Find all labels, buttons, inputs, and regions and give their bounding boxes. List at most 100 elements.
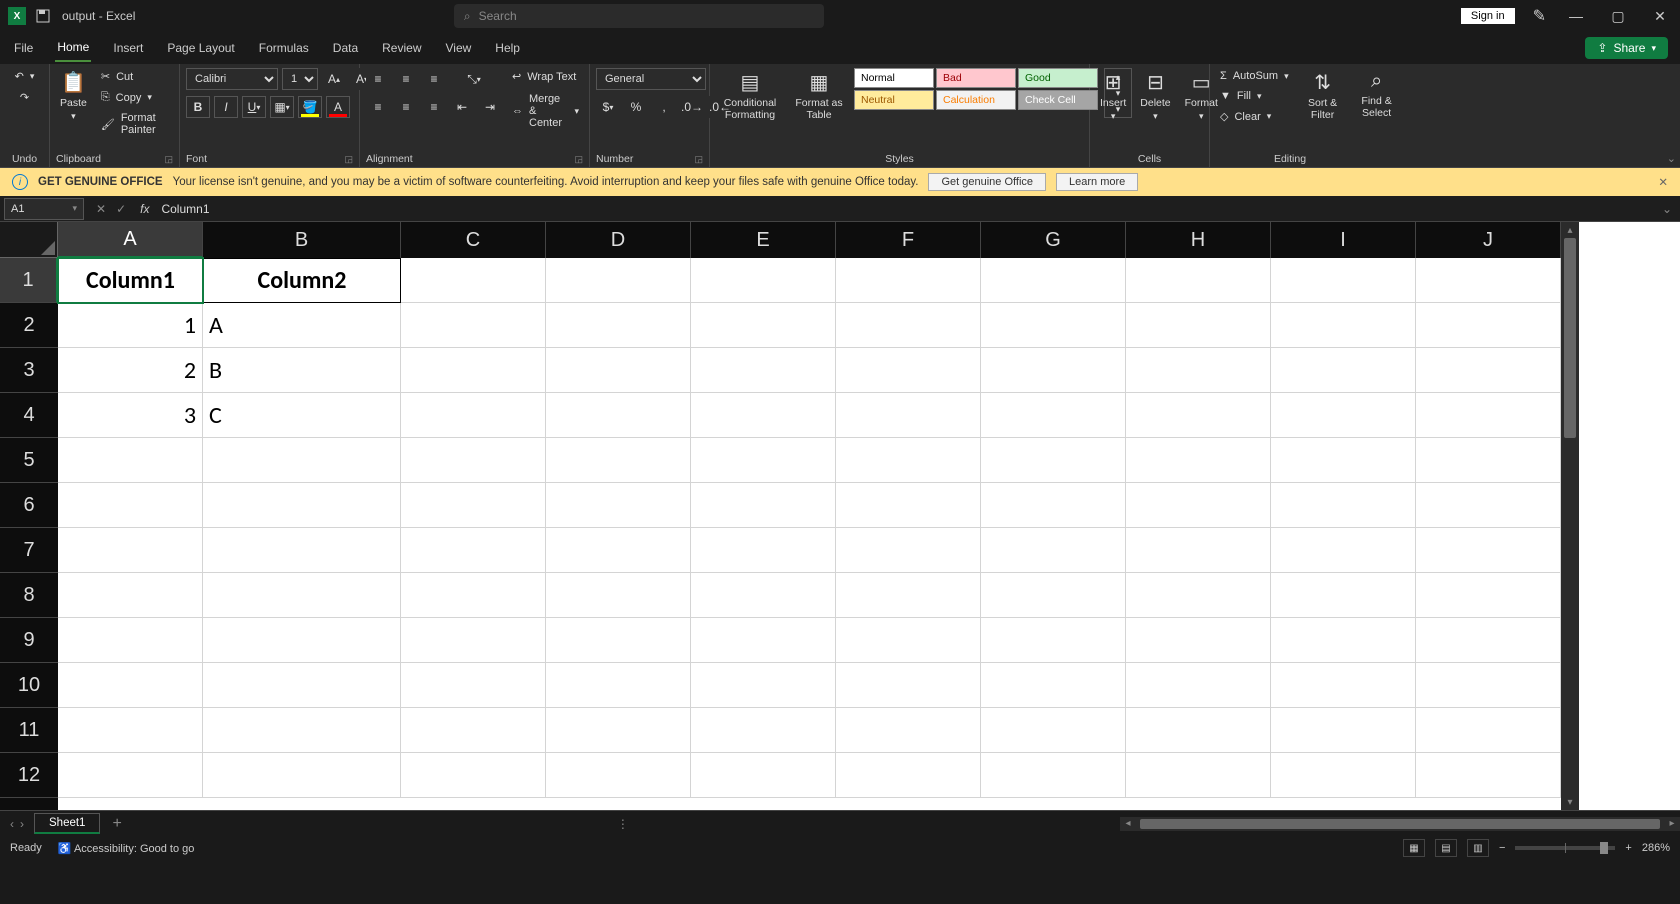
- fx-icon[interactable]: fx: [134, 202, 155, 216]
- cell-C9[interactable]: [401, 618, 546, 663]
- cell-I1[interactable]: [1271, 258, 1416, 303]
- page-layout-view-button[interactable]: ▤: [1435, 839, 1457, 857]
- formula-expand-button[interactable]: ⌄: [1654, 202, 1680, 216]
- collapse-ribbon-button[interactable]: ⌄: [1667, 152, 1676, 165]
- row-header-2[interactable]: 2: [0, 303, 58, 348]
- cell-E10[interactable]: [691, 663, 836, 708]
- cell-H8[interactable]: [1126, 573, 1271, 618]
- paste-button[interactable]: 📋 Paste ▾: [56, 68, 91, 124]
- cell-E5[interactable]: [691, 438, 836, 483]
- vscroll-thumb[interactable]: [1564, 238, 1576, 438]
- row-header-7[interactable]: 7: [0, 528, 58, 573]
- comma-button[interactable]: ,: [652, 96, 676, 118]
- cell-F7[interactable]: [836, 528, 981, 573]
- cell-F4[interactable]: [836, 393, 981, 438]
- name-box[interactable]: A1 ▾: [4, 198, 84, 220]
- cell-A12[interactable]: [58, 753, 203, 798]
- align-bottom-button[interactable]: ≡: [422, 68, 446, 90]
- font-size-select[interactable]: 11: [282, 68, 318, 90]
- column-header-B[interactable]: B: [203, 222, 401, 258]
- cell-E9[interactable]: [691, 618, 836, 663]
- column-header-H[interactable]: H: [1126, 222, 1271, 258]
- cell-B3[interactable]: B: [203, 348, 401, 393]
- normal-view-button[interactable]: ▦: [1403, 839, 1425, 857]
- align-left-button[interactable]: ≡: [366, 96, 390, 118]
- cell-F6[interactable]: [836, 483, 981, 528]
- cell-D7[interactable]: [546, 528, 691, 573]
- sheet-tab-menu-icon[interactable]: ⋮: [617, 817, 629, 831]
- style-good[interactable]: Good: [1018, 68, 1098, 88]
- cell-A1[interactable]: Column1: [58, 258, 203, 303]
- column-header-F[interactable]: F: [836, 222, 981, 258]
- select-all-corner[interactable]: [0, 222, 58, 258]
- cell-H5[interactable]: [1126, 438, 1271, 483]
- cell-C3[interactable]: [401, 348, 546, 393]
- cell-H1[interactable]: [1126, 258, 1271, 303]
- cell-I2[interactable]: [1271, 303, 1416, 348]
- cell-A7[interactable]: [58, 528, 203, 573]
- close-button[interactable]: ✕: [1648, 8, 1672, 25]
- cell-I5[interactable]: [1271, 438, 1416, 483]
- row-header-10[interactable]: 10: [0, 663, 58, 708]
- cell-F12[interactable]: [836, 753, 981, 798]
- scroll-down-icon[interactable]: ▾: [1561, 794, 1579, 810]
- get-genuine-office-button[interactable]: Get genuine Office: [928, 173, 1046, 191]
- cell-C11[interactable]: [401, 708, 546, 753]
- cell-H2[interactable]: [1126, 303, 1271, 348]
- column-header-J[interactable]: J: [1416, 222, 1561, 258]
- underline-button[interactable]: U▾: [242, 96, 266, 118]
- cell-F1[interactable]: [836, 258, 981, 303]
- cell-G8[interactable]: [981, 573, 1126, 618]
- merge-center-button[interactable]: ⇔Merge & Center▾: [508, 91, 583, 131]
- cancel-formula-icon[interactable]: ✕: [92, 202, 110, 216]
- row-header-5[interactable]: 5: [0, 438, 58, 483]
- horizontal-scrollbar[interactable]: ◂ ▸: [1120, 817, 1680, 831]
- sign-in-button[interactable]: Sign in: [1461, 8, 1515, 24]
- cell-D2[interactable]: [546, 303, 691, 348]
- cell-A11[interactable]: [58, 708, 203, 753]
- cell-H11[interactable]: [1126, 708, 1271, 753]
- cell-F5[interactable]: [836, 438, 981, 483]
- page-break-view-button[interactable]: ▥: [1467, 839, 1489, 857]
- cell-B9[interactable]: [203, 618, 401, 663]
- cut-button[interactable]: ✂Cut: [97, 68, 173, 85]
- insert-cells-button[interactable]: ⊞Insert▾: [1096, 68, 1130, 124]
- cell-E6[interactable]: [691, 483, 836, 528]
- increase-font-button[interactable]: A▴: [322, 68, 346, 90]
- cell-A2[interactable]: 1: [58, 303, 203, 348]
- cell-E4[interactable]: [691, 393, 836, 438]
- cell-J1[interactable]: [1416, 258, 1561, 303]
- cell-I6[interactable]: [1271, 483, 1416, 528]
- style-normal[interactable]: Normal: [854, 68, 934, 88]
- cell-B10[interactable]: [203, 663, 401, 708]
- cell-I4[interactable]: [1271, 393, 1416, 438]
- cell-A10[interactable]: [58, 663, 203, 708]
- cell-G10[interactable]: [981, 663, 1126, 708]
- style-calculation[interactable]: Calculation: [936, 90, 1016, 110]
- cell-C6[interactable]: [401, 483, 546, 528]
- cell-E1[interactable]: [691, 258, 836, 303]
- minimize-button[interactable]: —: [1564, 8, 1588, 24]
- wrap-text-button[interactable]: ↩Wrap Text: [508, 68, 583, 85]
- cell-G3[interactable]: [981, 348, 1126, 393]
- font-name-select[interactable]: Calibri: [186, 68, 278, 90]
- cell-I11[interactable]: [1271, 708, 1416, 753]
- row-header-8[interactable]: 8: [0, 573, 58, 618]
- search-box[interactable]: ⌕ Search: [454, 4, 824, 28]
- share-button[interactable]: ⇪ Share ▾: [1585, 37, 1668, 59]
- cell-E7[interactable]: [691, 528, 836, 573]
- cell-A6[interactable]: [58, 483, 203, 528]
- scroll-right-icon[interactable]: ▸: [1664, 816, 1680, 832]
- cell-J10[interactable]: [1416, 663, 1561, 708]
- cell-F9[interactable]: [836, 618, 981, 663]
- cell-H6[interactable]: [1126, 483, 1271, 528]
- cell-G12[interactable]: [981, 753, 1126, 798]
- hscroll-thumb[interactable]: [1140, 819, 1660, 829]
- cell-I3[interactable]: [1271, 348, 1416, 393]
- cell-D10[interactable]: [546, 663, 691, 708]
- cell-D4[interactable]: [546, 393, 691, 438]
- cell-G5[interactable]: [981, 438, 1126, 483]
- format-painter-button[interactable]: 🖌Format Painter: [97, 110, 173, 138]
- tab-insert[interactable]: Insert: [111, 35, 145, 61]
- row-header-12[interactable]: 12: [0, 753, 58, 798]
